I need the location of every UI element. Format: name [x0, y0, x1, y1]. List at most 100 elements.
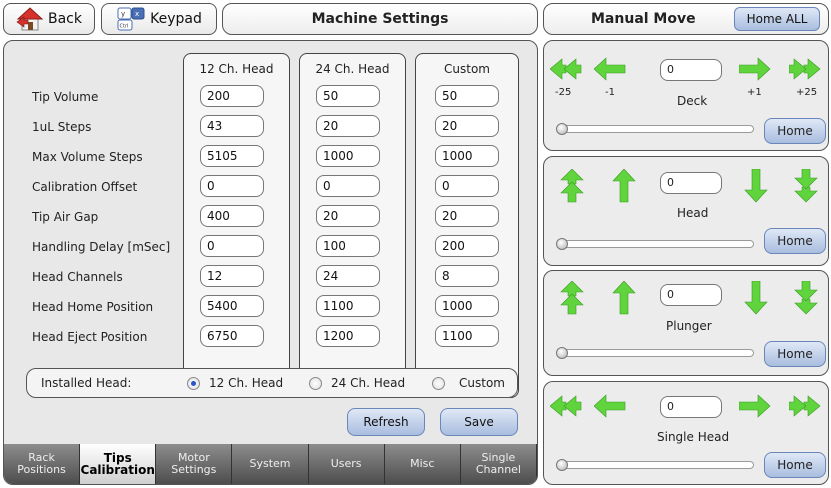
ul-steps-24ch-field[interactable]: 20 [316, 115, 380, 137]
home-icon [16, 7, 44, 31]
double-arrow-down-icon[interactable] [794, 169, 818, 203]
tip-air-gap-24ch-field[interactable]: 20 [316, 205, 380, 227]
double-arrow-right-icon[interactable] [789, 394, 821, 418]
row-label-1ul-steps: 1uL Steps [32, 120, 92, 134]
handling-delay-custom-field[interactable]: 200 [435, 235, 499, 257]
plunger-position-field[interactable]: 0 [660, 284, 722, 306]
tip-volume-12ch-field[interactable]: 200 [200, 85, 264, 107]
max-volume-steps-12ch-field[interactable]: 5105 [200, 145, 264, 167]
arrow-down-icon[interactable] [744, 281, 768, 315]
tab-motor-settings[interactable]: Motor Settings [156, 444, 233, 484]
radio-12ch[interactable] [187, 377, 200, 390]
plunger-home-button[interactable]: Home [764, 341, 826, 367]
tip-air-gap-custom-field[interactable]: 20 [435, 205, 499, 227]
calibration-offset-12ch-field[interactable]: 0 [200, 175, 264, 197]
double-arrow-up-icon[interactable] [560, 169, 584, 203]
deck-position-field[interactable]: 0 [660, 59, 722, 81]
tab-rack-positions[interactable]: Rack Positions [4, 444, 81, 484]
refresh-button[interactable]: Refresh [347, 408, 425, 436]
svg-text:Ctrl: Ctrl [120, 24, 129, 30]
head-home-position-12ch-field[interactable]: 5400 [200, 295, 264, 317]
arrow-left-icon[interactable] [594, 394, 626, 418]
tab-bar: Rack Positions Tips Calibration Motor Se… [4, 444, 537, 484]
head-channels-24ch-field[interactable]: 24 [316, 265, 380, 287]
max-volume-steps-24ch-field[interactable]: 1000 [316, 145, 380, 167]
arrow-right-icon[interactable] [739, 394, 771, 418]
max-volume-steps-custom-field[interactable]: 1000 [435, 145, 499, 167]
deck-label: Deck [677, 94, 708, 108]
calibration-offset-custom-field[interactable]: 0 [435, 175, 499, 197]
arrow-up-icon[interactable] [612, 169, 636, 203]
keypad-button[interactable]: y x Ctrl Keypad [101, 3, 217, 35]
deck-slider[interactable] [558, 125, 754, 133]
tip-volume-custom-field[interactable]: 50 [435, 85, 499, 107]
column-header-12ch: 12 Ch. Head [199, 62, 274, 76]
plunger-home-label: Home [777, 347, 813, 361]
double-arrow-down-icon[interactable] [794, 281, 818, 315]
radio-24ch-label[interactable]: 24 Ch. Head [331, 376, 405, 390]
head-slider[interactable] [558, 240, 754, 248]
radio-custom[interactable] [432, 377, 445, 390]
tips-calibration-panel: 12 Ch. Head 24 Ch. Head Custom Tip Volum… [3, 40, 538, 485]
arrow-down-icon[interactable] [744, 169, 768, 203]
manual-move-title: Manual Move [591, 11, 696, 27]
column-header-custom: Custom [444, 62, 490, 76]
back-label: Back [48, 11, 82, 27]
arrow-up-icon[interactable] [612, 281, 636, 315]
head-channels-custom-field[interactable]: 8 [435, 265, 499, 287]
radio-24ch[interactable] [309, 377, 322, 390]
tip-air-gap-12ch-field[interactable]: 400 [200, 205, 264, 227]
deck-step-plus-25: +25 [796, 87, 818, 98]
head-home-position-custom-field[interactable]: 1000 [435, 295, 499, 317]
plunger-label: Plunger [666, 319, 712, 333]
deck-home-button[interactable]: Home [764, 118, 826, 144]
single-head-slider-knob[interactable] [556, 459, 568, 471]
double-arrow-left-icon[interactable] [550, 57, 582, 81]
row-label-tip-volume: Tip Volume [32, 90, 99, 104]
plunger-slider-knob[interactable] [556, 347, 568, 359]
ul-steps-12ch-field[interactable]: 43 [200, 115, 264, 137]
head-eject-position-12ch-field[interactable]: 6750 [200, 325, 264, 347]
radio-custom-label[interactable]: Custom [459, 376, 505, 390]
deck-step-plus-1: +1 [747, 87, 762, 98]
single-head-home-button[interactable]: Home [764, 452, 826, 478]
tip-volume-24ch-field[interactable]: 50 [316, 85, 380, 107]
keyboard-icon: y x Ctrl [117, 7, 145, 31]
single-head-position-field[interactable]: 0 [660, 396, 722, 418]
deck-slider-knob[interactable] [556, 123, 568, 135]
handling-delay-12ch-field[interactable]: 0 [200, 235, 264, 257]
radio-12ch-label[interactable]: 12 Ch. Head [209, 376, 283, 390]
back-button[interactable]: Back [3, 3, 95, 35]
svg-text:x: x [135, 10, 139, 18]
double-arrow-left-icon[interactable] [550, 394, 582, 418]
page-title-text: Machine Settings [311, 11, 449, 27]
deck-panel: -25 -1 0 Deck +1 +25 Home [543, 40, 829, 151]
deck-step-minus-25: -25 [555, 87, 572, 98]
single-head-slider[interactable] [558, 461, 754, 469]
head-home-position-24ch-field[interactable]: 1100 [316, 295, 380, 317]
head-home-button[interactable]: Home [764, 228, 826, 254]
head-channels-12ch-field[interactable]: 12 [200, 265, 264, 287]
plunger-slider[interactable] [558, 349, 754, 357]
arrow-left-icon[interactable] [594, 57, 626, 81]
head-position-field[interactable]: 0 [660, 172, 722, 194]
save-button[interactable]: Save [440, 408, 518, 436]
handling-delay-24ch-field[interactable]: 100 [316, 235, 380, 257]
head-slider-knob[interactable] [556, 238, 568, 250]
tab-single-channel[interactable]: Single Channel [461, 444, 537, 484]
home-all-button[interactable]: Home ALL [734, 7, 820, 31]
head-eject-position-custom-field[interactable]: 1100 [435, 325, 499, 347]
arrow-right-icon[interactable] [739, 57, 771, 81]
tab-system[interactable]: System [232, 444, 309, 484]
tab-tips-calibration[interactable]: Tips Calibration [80, 444, 157, 484]
ul-steps-custom-field[interactable]: 20 [435, 115, 499, 137]
double-arrow-right-icon[interactable] [789, 57, 821, 81]
tab-misc[interactable]: Misc [385, 444, 461, 484]
tab-users[interactable]: Users [309, 444, 385, 484]
double-arrow-up-icon[interactable] [560, 281, 584, 315]
head-eject-position-24ch-field[interactable]: 1200 [316, 325, 380, 347]
calibration-offset-24ch-field[interactable]: 0 [316, 175, 380, 197]
manual-move-header: Manual Move Home ALL [543, 3, 829, 35]
svg-text:y: y [121, 10, 125, 18]
plunger-panel: 0 Plunger Home [543, 270, 829, 376]
